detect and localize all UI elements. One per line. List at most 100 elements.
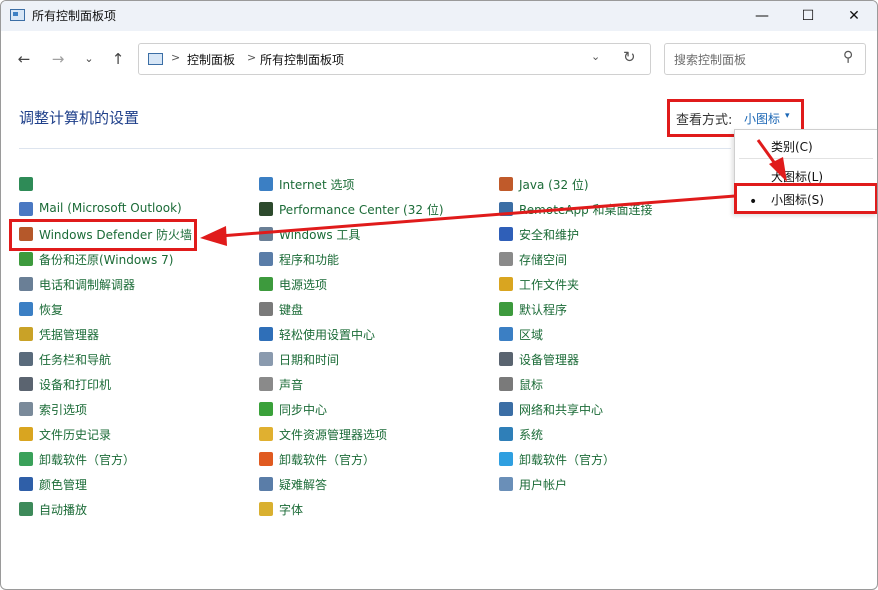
system-icon (499, 427, 513, 441)
control-panel-item-label[interactable]: 凭据管理器 (39, 326, 99, 343)
control-panel-item-label[interactable]: 恢复 (39, 301, 63, 318)
control-panel-item-label[interactable]: 网络和共享中心 (519, 401, 603, 418)
region-icon (499, 327, 513, 341)
printer-icon (19, 377, 33, 391)
control-panel-item-label[interactable]: RemoteApp 和桌面连接 (519, 201, 653, 218)
small-icons-highlight (734, 183, 877, 214)
troubleshoot-icon (259, 477, 273, 491)
windows-tools-icon (259, 227, 273, 241)
uninstall-icon (259, 452, 273, 466)
programs-icon (259, 252, 273, 266)
control-panel-item-label[interactable]: Internet 选项 (279, 176, 354, 193)
breadcrumb-separator: > (247, 51, 257, 64)
control-panel-item-label[interactable]: 卸载软件（官方） (39, 451, 135, 468)
clock-icon (259, 352, 273, 366)
menu-item-category[interactable]: 类别(C) (771, 138, 813, 155)
control-panel-item-label[interactable]: 同步中心 (279, 401, 327, 418)
control-panel-item-label[interactable]: 安全和维护 (519, 226, 579, 243)
control-panel-item-label[interactable]: 电话和调制解调器 (39, 276, 135, 293)
control-panel-item-label[interactable]: 工作文件夹 (519, 276, 579, 293)
control-panel-item-label[interactable]: 程序和功能 (279, 251, 339, 268)
remoteapp-icon (499, 202, 513, 216)
sound-icon (259, 377, 273, 391)
back-button[interactable]: ← (13, 49, 35, 69)
uninstall-icon (19, 452, 33, 466)
autoplay-icon (19, 502, 33, 516)
control-panel-item-label[interactable]: 键盘 (279, 301, 303, 318)
control-panel-item-label[interactable]: 存储空间 (519, 251, 567, 268)
control-panel-item-label[interactable]: 区域 (519, 326, 543, 343)
control-panel-item-label[interactable]: 电源选项 (279, 276, 327, 293)
recovery-icon (19, 302, 33, 316)
ease-of-access-icon (259, 327, 273, 341)
control-panel-item-label[interactable]: 日期和时间 (279, 351, 339, 368)
control-panel-item-label[interactable]: 备份和还原(Windows 7) (39, 251, 173, 268)
control-panel-item-label[interactable]: 用户帐户 (519, 476, 567, 493)
default-programs-icon (499, 302, 513, 316)
control-panel-item-label[interactable]: 文件历史记录 (39, 426, 111, 443)
breadcrumb-all-items[interactable]: 所有控制面板项 (260, 51, 344, 68)
search-input[interactable]: 搜索控制面板 ⚲ (664, 43, 866, 75)
color-management-icon (19, 477, 33, 491)
control-panel-item-label[interactable]: 任务栏和导航 (39, 351, 111, 368)
control-panel-icon (148, 53, 163, 65)
address-row: ← → ⌄ ↑ > 控制面板 > 所有控制面板项 ⌄ ↻ 搜索控制面板 ⚲ (1, 39, 877, 79)
control-panel-item-label[interactable]: 字体 (279, 501, 303, 518)
menu-separator (739, 158, 873, 159)
up-button[interactable]: ↑ (107, 49, 129, 69)
uninstall-icon (499, 452, 513, 466)
control-panel-item-label[interactable]: Mail (Microsoft Outlook) (39, 201, 182, 215)
folder-options-icon (259, 427, 273, 441)
page-title: 调整计算机的设置 (19, 109, 140, 127)
maximize-button[interactable]: ☐ (785, 1, 831, 31)
control-panel-item-label[interactable]: 设备和打印机 (39, 376, 111, 393)
control-panel-window: 所有控制面板项 — ☐ ✕ ← → ⌄ ↑ > 控制面板 > 所有控制面板项 ⌄… (0, 0, 878, 590)
search-placeholder: 搜索控制面板 (674, 53, 747, 67)
control-panel-item-label[interactable]: 系统 (519, 426, 543, 443)
divider (19, 148, 731, 149)
control-panel-item-label[interactable]: 颜色管理 (39, 476, 87, 493)
minimize-button[interactable]: — (739, 1, 785, 31)
phone-icon (19, 277, 33, 291)
recent-locations-button[interactable]: ⌄ (78, 49, 100, 69)
control-panel-item-label[interactable]: 卸载软件（官方） (279, 451, 375, 468)
performance-icon (259, 202, 273, 216)
control-panel-item-label[interactable]: 索引选项 (39, 401, 87, 418)
forward-button[interactable]: → (47, 49, 69, 69)
storage-icon (499, 252, 513, 266)
firewall-highlight (9, 219, 197, 251)
control-panel-item-label[interactable]: 默认程序 (519, 301, 567, 318)
control-panel-item-label[interactable]: 疑难解答 (279, 476, 327, 493)
mail-icon (19, 202, 33, 216)
taskbar-icon (19, 352, 33, 366)
title-bar: 所有控制面板项 — ☐ ✕ (1, 1, 877, 31)
window-title: 所有控制面板项 (32, 9, 117, 23)
control-panel-item-label[interactable]: 文件资源管理器选项 (279, 426, 387, 443)
breadcrumb-control-panel[interactable]: 控制面板 (187, 51, 235, 68)
control-panel-item-label[interactable]: 自动播放 (39, 501, 87, 518)
control-panel-item-label[interactable]: Windows 工具 (279, 226, 360, 243)
address-bar[interactable]: > 控制面板 > 所有控制面板项 ⌄ ↻ (138, 43, 651, 75)
breadcrumb-separator: > (171, 51, 181, 64)
credential-icon (19, 327, 33, 341)
search-icon[interactable]: ⚲ (843, 49, 853, 65)
plugin-icon (19, 177, 33, 191)
backup-icon (19, 252, 33, 266)
control-panel-icon (10, 9, 25, 21)
device-manager-icon (499, 352, 513, 366)
control-panel-item-label[interactable]: 卸载软件（官方） (519, 451, 615, 468)
flag-icon (499, 227, 513, 241)
close-button[interactable]: ✕ (831, 1, 877, 31)
sync-icon (259, 402, 273, 416)
control-panel-item-label[interactable]: 轻松使用设置中心 (279, 326, 375, 343)
internet-options-icon (259, 177, 273, 191)
chevron-down-icon[interactable]: ⌄ (591, 50, 600, 63)
refresh-icon[interactable]: ↻ (623, 48, 636, 66)
control-panel-item-label[interactable]: 声音 (279, 376, 303, 393)
user-accounts-icon (499, 477, 513, 491)
control-panel-item-label[interactable]: Java (32 位) (519, 176, 589, 193)
control-panel-item-label[interactable]: 设备管理器 (519, 351, 579, 368)
control-panel-item-label[interactable]: 鼠标 (519, 376, 543, 393)
control-panel-item-label[interactable]: Performance Center (32 位) (279, 201, 444, 218)
java-icon (499, 177, 513, 191)
